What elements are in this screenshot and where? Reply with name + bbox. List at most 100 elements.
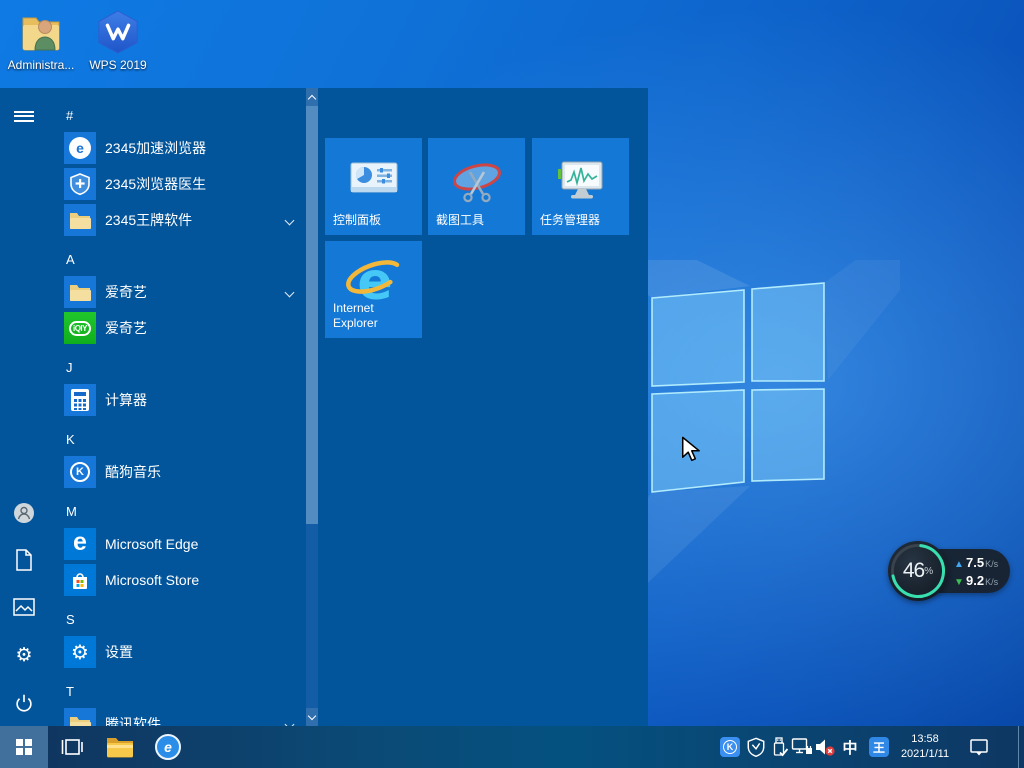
clock-time: 13:58 <box>911 732 939 747</box>
progress-ring <box>888 541 948 601</box>
start-button[interactable] <box>0 726 48 768</box>
action-center-icon <box>969 738 989 757</box>
browser-2345-icon: e <box>64 132 96 164</box>
app-item-2345-browser[interactable]: e 2345加速浏览器 <box>48 130 306 166</box>
hamburger-icon <box>14 108 34 124</box>
shield-plus-icon <box>64 168 96 200</box>
taskbar-clock[interactable]: 13:58 2021/1/11 <box>886 726 964 768</box>
tray-security-shield-icon[interactable] <box>744 726 768 768</box>
folder-icon <box>64 204 96 236</box>
desktop-icon-label: Administra... <box>2 59 80 73</box>
action-center-button[interactable] <box>966 726 992 768</box>
rail-power-button[interactable] <box>12 691 36 715</box>
power-icon <box>13 692 35 714</box>
task-view-button[interactable] <box>52 726 92 768</box>
section-header[interactable]: A <box>48 244 306 274</box>
rail-documents-button[interactable] <box>12 548 36 572</box>
settings-gear-icon: ⚙ <box>64 636 96 668</box>
folder-icon <box>64 708 96 726</box>
app-item-2345-doctor[interactable]: 2345浏览器医生 <box>48 166 306 202</box>
windows-logo-icon <box>16 739 32 755</box>
section-header[interactable]: J <box>48 352 306 382</box>
speaker-mute-icon <box>814 737 836 757</box>
rail-user-button[interactable] <box>12 501 36 525</box>
app-item-kugou[interactable]: K 酷狗音乐 <box>48 454 306 490</box>
app-folder-2345[interactable]: 2345王牌软件 <box>48 202 306 238</box>
chevron-up-icon <box>308 94 316 102</box>
memory-percent-circle[interactable]: 46% <box>888 541 948 601</box>
desktop-icon-wps-2019[interactable]: WPS 2019 <box>79 8 157 73</box>
app-folder-tencent[interactable]: 腾讯软件 <box>48 706 306 726</box>
upload-speed-row: ▲ 7.5 K/s <box>954 555 1010 570</box>
ethernet-network-icon <box>791 737 813 757</box>
browser-2345-icon: e <box>155 734 181 760</box>
chevron-down-icon[interactable] <box>285 216 295 226</box>
tray-kugou-icon[interactable]: K <box>718 726 742 768</box>
app-folder-iqiyi[interactable]: 爱奇艺 <box>48 274 306 310</box>
taskbar: e K <box>0 726 1024 768</box>
gear-icon: ⚙ <box>15 646 32 665</box>
app-item-microsoft-edge[interactable]: e Microsoft Edge <box>48 526 306 562</box>
section-header[interactable]: M <box>48 496 306 526</box>
wps-icon <box>94 8 142 56</box>
rail-settings-button[interactable]: ⚙ <box>12 643 36 667</box>
start-menu-rail: ⚙ <box>0 88 48 726</box>
control-panel-icon <box>325 160 422 198</box>
user-avatar-icon <box>13 502 35 524</box>
section-header[interactable]: K <box>48 424 306 454</box>
chevron-down-icon <box>308 711 316 719</box>
folder-icon <box>64 276 96 308</box>
app-item-calculator[interactable]: 计算器 <box>48 382 306 418</box>
app-item-iqiyi[interactable]: iQIY 爱奇艺 <box>48 310 306 346</box>
show-desktop-button[interactable] <box>1018 726 1024 768</box>
file-explorer-icon <box>106 736 134 758</box>
upload-arrow-icon: ▲ <box>954 559 966 570</box>
tile-task-manager[interactable]: 任务管理器 <box>532 138 629 235</box>
app-list-scrollbar[interactable] <box>306 88 318 726</box>
tray-network-icon[interactable] <box>790 726 814 768</box>
kugou-icon: K <box>64 456 96 488</box>
tray-usb-icon[interactable] <box>768 726 792 768</box>
file-explorer-button[interactable] <box>100 726 140 768</box>
section-header[interactable]: T <box>48 676 306 706</box>
section-header[interactable]: # <box>48 100 306 130</box>
document-icon <box>14 549 34 571</box>
edge-icon: e <box>64 528 96 560</box>
scroll-down-button[interactable] <box>306 708 318 726</box>
download-arrow-icon: ▼ <box>954 577 966 588</box>
tray-volume-muted-icon[interactable] <box>813 726 837 768</box>
mouse-cursor <box>681 436 705 462</box>
tray-ime-indicator[interactable]: 中 <box>838 726 862 768</box>
browser-2345-taskbar-button[interactable]: e <box>148 726 188 768</box>
app-item-settings[interactable]: ⚙ 设置 <box>48 634 306 670</box>
network-speed-widget[interactable]: ▲ 7.5 K/s ▼ 9.2 K/s 46% <box>888 541 1016 601</box>
shield-icon <box>746 737 766 757</box>
start-menu-app-list: # e 2345加速浏览器 2345浏览器医生 2345王牌软件 A <box>48 88 306 726</box>
iqiyi-icon: iQIY <box>64 312 96 344</box>
tile-snipping-tool[interactable]: 截图工具 <box>428 138 525 235</box>
task-manager-icon <box>532 160 629 202</box>
store-icon <box>64 564 96 596</box>
pictures-icon <box>13 598 35 617</box>
rail-pictures-button[interactable] <box>12 595 36 619</box>
desktop-icon-label: WPS 2019 <box>79 59 157 73</box>
kugou-icon: K <box>720 737 740 757</box>
tile-control-panel[interactable]: 控制面板 <box>325 138 422 235</box>
desktop-icon-administrator[interactable]: Administra... <box>2 8 80 73</box>
download-speed-row: ▼ 9.2 K/s <box>954 573 1010 588</box>
snipping-tool-icon <box>428 160 525 206</box>
scroll-up-button[interactable] <box>306 88 318 106</box>
scrollbar-thumb[interactable] <box>306 106 318 524</box>
task-view-icon <box>60 736 84 758</box>
section-header[interactable]: S <box>48 604 306 634</box>
menu-hamburger-button[interactable] <box>12 104 36 128</box>
clock-date: 2021/1/11 <box>901 747 949 762</box>
calculator-icon <box>64 384 96 416</box>
start-menu-panel: ⚙ # e 2345加速浏览器 2345浏览器医生 <box>0 88 648 726</box>
administrator-folder-icon <box>17 8 65 56</box>
chevron-down-icon[interactable] <box>285 288 295 298</box>
start-menu-tiles: 控制面板 截图工具 <box>320 88 648 726</box>
app-item-microsoft-store[interactable]: Microsoft Store <box>48 562 306 598</box>
usb-device-icon <box>770 736 790 758</box>
tile-internet-explorer[interactable]: e Internet Explorer <box>325 241 422 338</box>
